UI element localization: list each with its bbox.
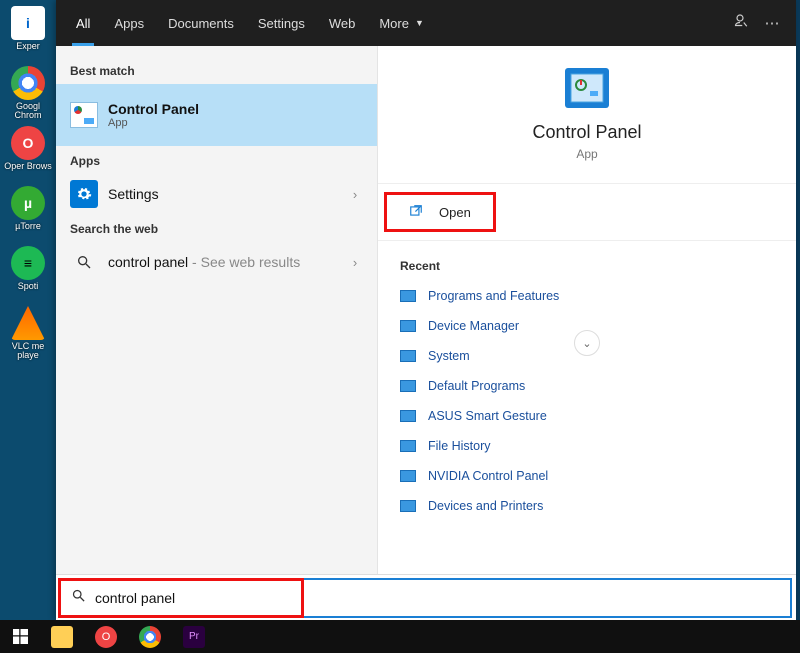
desktop-icon-chrome[interactable]: Googl Chrom [4, 66, 52, 122]
chevron-right-icon: › [347, 187, 363, 202]
search-box[interactable] [58, 578, 304, 618]
actions: Open [378, 184, 796, 241]
desktop: i Exper Googl Chrom O Oper Brows µ µTorr… [0, 0, 56, 620]
windows-icon [13, 629, 28, 644]
taskbar: O Pr [0, 620, 800, 653]
result-control-panel[interactable]: Control Panel App [56, 84, 377, 146]
tab-more[interactable]: More▼ [367, 0, 436, 46]
recent-item[interactable]: Programs and Features [378, 281, 796, 311]
result-web-search[interactable]: control panel - See web results › [56, 242, 377, 282]
results-list: Best match Control Panel App Apps Settin… [56, 46, 378, 574]
search-icon [70, 248, 98, 276]
control-panel-item-icon [400, 350, 416, 362]
hero-subtitle: App [576, 147, 597, 161]
tab-documents[interactable]: Documents [156, 0, 246, 46]
recent-item[interactable]: NVIDIA Control Panel [378, 461, 796, 491]
search-row [56, 574, 796, 620]
control-panel-item-icon [400, 290, 416, 302]
taskbar-chrome[interactable] [128, 620, 172, 653]
chevron-right-icon: › [347, 255, 363, 270]
section-apps: Apps [56, 146, 377, 174]
control-panel-item-icon [400, 320, 416, 332]
search-input[interactable] [95, 590, 301, 606]
open-button[interactable]: Open [384, 192, 496, 232]
section-search-web: Search the web [56, 214, 377, 242]
desktop-icon-opera[interactable]: O Oper Brows [4, 126, 52, 182]
section-best-match: Best match [56, 56, 377, 84]
result-title: Settings [108, 186, 347, 202]
result-title: control panel - See web results [108, 254, 347, 270]
tab-all[interactable]: All [64, 0, 102, 46]
details-pane: Control Panel App Open ⌄ Recent Programs… [378, 46, 796, 574]
search-icon [61, 588, 95, 607]
recent-item[interactable]: ASUS Smart Gesture [378, 401, 796, 431]
open-label: Open [439, 205, 471, 220]
desktop-icon[interactable]: i Exper [4, 6, 52, 62]
chevron-down-icon: ▼ [415, 18, 424, 28]
hero-title: Control Panel [532, 122, 641, 143]
hero: Control Panel App [378, 68, 796, 184]
result-title: Control Panel [108, 101, 363, 117]
gear-icon [70, 180, 98, 208]
start-button[interactable] [0, 620, 40, 653]
more-options-icon[interactable]: ⋯ [756, 14, 788, 32]
tab-settings[interactable]: Settings [246, 0, 317, 46]
taskbar-premiere[interactable]: Pr [172, 620, 216, 653]
control-panel-item-icon [400, 440, 416, 452]
search-extended-area[interactable] [304, 578, 792, 618]
search-panel: All Apps Documents Settings Web More▼ ⋯ … [56, 0, 796, 620]
control-panel-icon [565, 68, 609, 108]
result-settings[interactable]: Settings › [56, 174, 377, 214]
desktop-icon-vlc[interactable]: VLC me playe [4, 306, 52, 362]
recent-item[interactable]: File History [378, 431, 796, 461]
recent-item[interactable]: Default Programs [378, 371, 796, 401]
tab-web[interactable]: Web [317, 0, 368, 46]
chevron-down-icon: ⌄ [582, 337, 591, 350]
section-recent: Recent [378, 241, 796, 281]
chrome-icon [139, 626, 161, 648]
control-panel-item-icon [400, 380, 416, 392]
control-panel-item-icon [400, 500, 416, 512]
control-panel-item-icon [400, 470, 416, 482]
feedback-icon[interactable] [724, 12, 756, 34]
folder-icon [51, 626, 73, 648]
taskbar-opera[interactable]: O [84, 620, 128, 653]
premiere-icon: Pr [183, 626, 205, 648]
tab-bar: All Apps Documents Settings Web More▼ ⋯ [56, 0, 796, 46]
opera-icon: O [95, 626, 117, 648]
desktop-icon-utorrent[interactable]: µ µTorre [4, 186, 52, 242]
open-icon [409, 204, 429, 221]
taskbar-file-explorer[interactable] [40, 620, 84, 653]
tab-apps[interactable]: Apps [102, 0, 156, 46]
expand-button[interactable]: ⌄ [574, 330, 600, 356]
desktop-icon-spotify[interactable]: ≡ Spoti [4, 246, 52, 302]
control-panel-item-icon [400, 410, 416, 422]
control-panel-icon [70, 101, 98, 129]
result-subtitle: App [108, 117, 363, 129]
recent-item[interactable]: Devices and Printers [378, 491, 796, 521]
